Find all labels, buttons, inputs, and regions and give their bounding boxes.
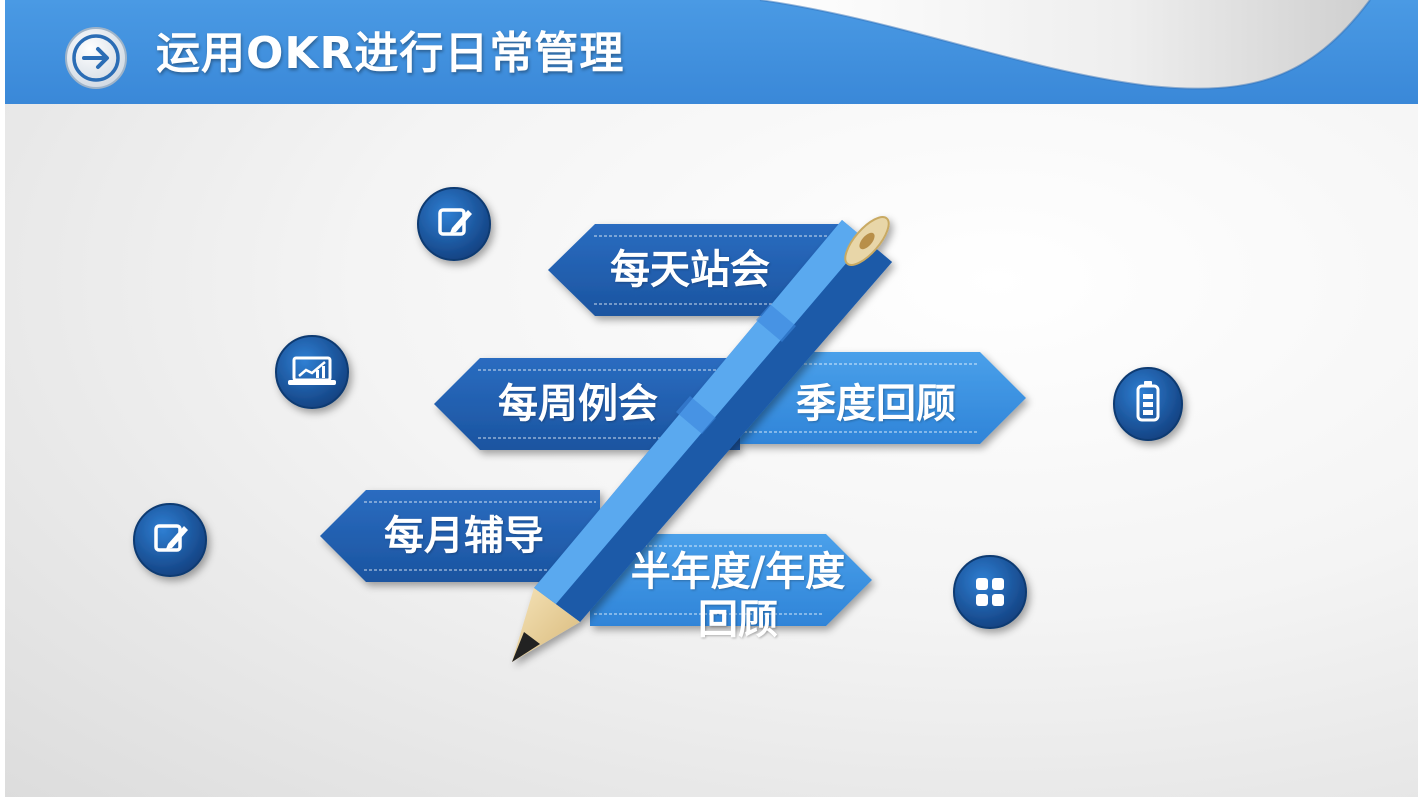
grid-apps-icon: [953, 555, 1027, 629]
label-annual-review-line1: 半年度/年度: [630, 549, 846, 595]
edit-icon: [133, 503, 207, 577]
slide-border-bottom: [0, 797, 1424, 802]
label-daily-standup: 每天站会: [610, 247, 770, 293]
label-quarterly-review: 季度回顾: [796, 381, 956, 427]
okr-diagram: [133, 187, 1183, 662]
battery-icon: [1113, 367, 1183, 441]
label-monthly-coaching: 每月辅导: [384, 513, 544, 559]
slide-border-left: [0, 0, 5, 802]
laptop-chart-icon: [275, 335, 349, 409]
label-weekly-meeting: 每周例会: [498, 381, 658, 427]
edit-icon: [417, 187, 491, 261]
slide-border-right: [1418, 0, 1424, 802]
slide: 运用OKR进行日常管理 每天站会 每周例会 季度回顾 每月辅导 半年度/年度 回…: [0, 0, 1424, 802]
label-annual-review-line2: 回顾: [698, 597, 778, 643]
